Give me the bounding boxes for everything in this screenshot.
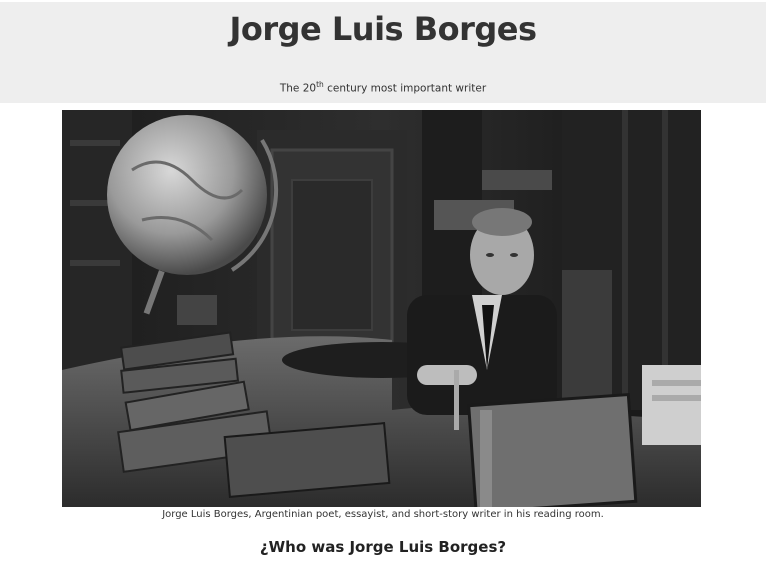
photo-caption: Jorge Luis Borges, Argentinian poet, ess… (162, 509, 604, 520)
subtitle-superscript: th (316, 80, 324, 89)
page-title: Jorge Luis Borges (229, 10, 537, 48)
photo-illustration (62, 110, 701, 507)
section-heading: ¿Who was Jorge Luis Borges? (259, 538, 507, 556)
borges-photo (62, 110, 701, 507)
subtitle-suffix: century most important writer (323, 82, 487, 95)
page-header: Jorge Luis Borges The 20th century most … (0, 2, 766, 103)
subtitle-prefix: The 20 (279, 82, 317, 95)
page-subtitle: The 20th century most important writer (0, 80, 766, 95)
